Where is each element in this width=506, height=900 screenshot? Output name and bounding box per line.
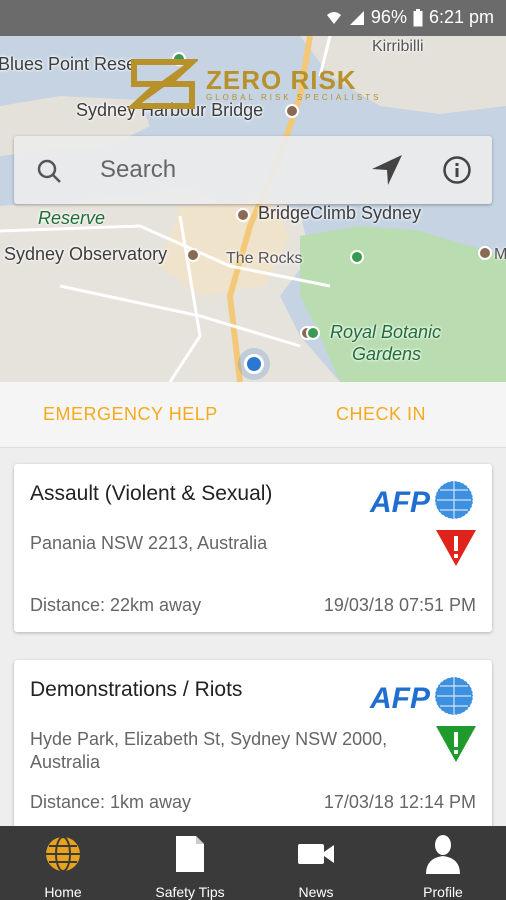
incident-distance: Distance: 1km away bbox=[30, 792, 192, 812]
wifi-icon bbox=[325, 10, 343, 26]
info-icon[interactable] bbox=[442, 155, 472, 190]
nav-profile[interactable]: Profile bbox=[380, 826, 506, 900]
incident-address: Hyde Park, Elizabeth St, Sydney NSW 2000… bbox=[30, 729, 388, 772]
person-icon bbox=[425, 834, 461, 874]
map-label-blues-point: Blues Point Rese bbox=[0, 54, 137, 74]
incident-title: Demonstrations / Riots bbox=[30, 678, 243, 701]
nav-label-profile: Profile bbox=[423, 884, 463, 900]
map-label-gardens: Gardens bbox=[352, 344, 422, 364]
nav-label-safety-tips: Safety Tips bbox=[155, 884, 225, 900]
map-label-kirribilli: Kirribilli bbox=[372, 38, 424, 55]
brand-logo: ZERO RISK GLOBAL RISK SPECIALISTS bbox=[128, 56, 381, 112]
map-label-botanic: Royal Botanic bbox=[330, 322, 442, 342]
afp-logo-icon: AFP bbox=[366, 478, 478, 527]
search-bar bbox=[14, 136, 492, 204]
incident-card[interactable]: Assault (Violent & Sexual) AFP Panania N… bbox=[14, 464, 492, 632]
battery-level: 96% bbox=[370, 7, 407, 27]
search-input[interactable] bbox=[100, 154, 350, 186]
map-label-bridgeclimb: BridgeClimb Sydney bbox=[258, 203, 422, 223]
nav-label-home: Home bbox=[44, 884, 82, 900]
park-poi-icon[interactable] bbox=[350, 250, 364, 264]
incident-datetime: 19/03/18 07:51 PM bbox=[323, 595, 476, 615]
zero-risk-logo-icon bbox=[128, 59, 198, 109]
brand-tagline: GLOBAL RISK SPECIALISTS bbox=[206, 92, 382, 102]
incident-datetime: 17/03/18 12:14 PM bbox=[323, 792, 476, 812]
status-bar: 96% 6:21 pm bbox=[0, 0, 506, 36]
globe-icon bbox=[44, 834, 82, 874]
search-icon[interactable] bbox=[36, 158, 62, 189]
afp-logo-icon: AFP bbox=[366, 674, 478, 723]
bottom-navigation: Home Safety Tips News Profile bbox=[0, 826, 506, 900]
nav-safety-tips[interactable]: Safety Tips bbox=[127, 826, 253, 900]
nav-home[interactable]: Home bbox=[0, 826, 126, 900]
map-label-observatory: Sydney Observatory bbox=[4, 244, 168, 264]
map-label-the-rocks: The Rocks bbox=[226, 250, 303, 267]
observatory-poi-icon[interactable] bbox=[186, 248, 200, 262]
video-camera-icon bbox=[296, 834, 336, 874]
map-view[interactable]: Blues Point Rese Kirribilli Sydney Harbo… bbox=[0, 36, 506, 382]
bridgeclimb-poi-icon[interactable] bbox=[236, 208, 250, 222]
incident-card[interactable]: Demonstrations / Riots AFP Hyde Park, El… bbox=[14, 660, 492, 826]
nav-label-news: News bbox=[298, 884, 334, 900]
action-bar: EMERGENCY HELP CHECK IN bbox=[0, 382, 506, 448]
incident-title: Assault (Violent & Sexual) bbox=[30, 482, 273, 505]
warning-icon bbox=[434, 724, 478, 769]
map-label-edge: M bbox=[494, 246, 506, 263]
brand-name: ZERO RISK bbox=[206, 64, 357, 95]
nav-news[interactable]: News bbox=[253, 826, 379, 900]
battery-icon bbox=[413, 8, 423, 27]
my-location-arrow-icon[interactable] bbox=[370, 153, 404, 192]
museum-poi-icon[interactable] bbox=[478, 246, 492, 260]
document-icon bbox=[174, 834, 206, 874]
incident-distance: Distance: 22km away bbox=[30, 595, 202, 615]
warning-icon bbox=[434, 528, 478, 573]
emergency-help-button[interactable]: EMERGENCY HELP bbox=[43, 404, 218, 425]
check-in-button[interactable]: CHECK IN bbox=[336, 404, 426, 425]
clock: 6:21 pm bbox=[428, 7, 494, 27]
source-label: AFP bbox=[369, 486, 431, 519]
current-location-marker bbox=[244, 354, 264, 374]
incident-address: Panania NSW 2213, Australia bbox=[30, 533, 268, 553]
signal-icon bbox=[349, 10, 365, 26]
map-label-reserve: Reserve bbox=[38, 208, 106, 228]
app-screen: 96% 6:21 pm Blues Point Rese Kirribilli … bbox=[0, 0, 506, 900]
incident-feed[interactable]: Assault (Violent & Sexual) AFP Panania N… bbox=[0, 448, 506, 826]
source-label: AFP bbox=[369, 682, 431, 715]
park-poi-icon[interactable] bbox=[306, 326, 320, 340]
